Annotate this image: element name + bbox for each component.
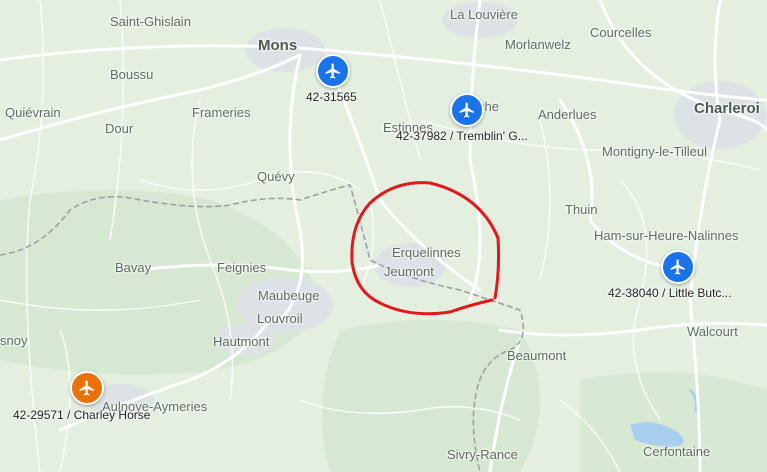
airplane-icon[interactable] <box>450 93 484 127</box>
town-hautmont: Hautmont <box>213 334 270 349</box>
town-erquelinnes: Erquelinnes <box>392 245 461 260</box>
town-louvroil: Louvroil <box>257 311 303 326</box>
town-morlanwelz: Morlanwelz <box>505 37 571 52</box>
town-jeumont: Jeumont <box>384 264 434 279</box>
town-walcourt: Walcourt <box>687 324 738 339</box>
town-saint-ghislain: Saint-Ghislain <box>110 14 191 29</box>
town-beaumont: Beaumont <box>507 348 567 363</box>
town-montigny: Montigny-le-Tilleul <box>602 144 707 159</box>
town-la-louviere: La Louvière <box>450 7 518 22</box>
airplane-icon[interactable] <box>661 250 695 284</box>
airplane-icon[interactable] <box>316 54 350 88</box>
airfield-label-4[interactable]: 42-29571 / Charley Horse <box>13 408 150 422</box>
town-courcelles: Courcelles <box>590 25 652 40</box>
town-anderlues: Anderlues <box>538 107 597 122</box>
town-bavay: Bavay <box>115 260 152 275</box>
town-ham-sur-heure: Ham-sur-Heure-Nalinnes <box>594 228 739 243</box>
town-thuin: Thuin <box>565 202 598 217</box>
town-quievrain: Quiévrain <box>5 105 61 120</box>
airfield-label-2[interactable]: 42-37982 / Tremblin' G... <box>396 129 528 143</box>
town-mons: Mons <box>258 37 298 54</box>
town-boussu: Boussu <box>110 67 154 82</box>
town-feignies: Feignies <box>217 260 267 275</box>
town-quevy: Quévy <box>257 169 295 184</box>
airfield-label-3[interactable]: 42-38040 / Little Butc... <box>608 286 731 300</box>
airplane-icon[interactable] <box>70 371 104 405</box>
town-sars: snoy <box>0 333 28 348</box>
town-dour: Dour <box>105 121 134 136</box>
town-frameries: Frameries <box>192 105 251 120</box>
town-cerfontaine: Cerfontaine <box>643 444 711 459</box>
town-maubeuge: Maubeuge <box>258 288 320 303</box>
map-canvas[interactable]: Saint-Ghislain La Louvière Mons Morlanwe… <box>0 0 767 472</box>
town-charleroi: Charleroi <box>694 100 760 117</box>
airfield-label-1[interactable]: 42-31565 <box>306 90 357 104</box>
town-sivry-rance: Sivry-Rance <box>447 447 518 462</box>
